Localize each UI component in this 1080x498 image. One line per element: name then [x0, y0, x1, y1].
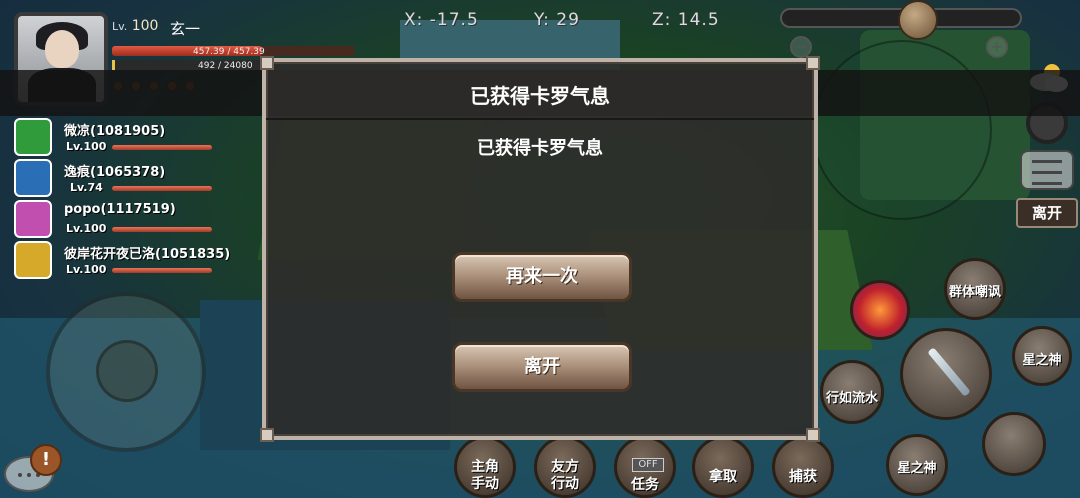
member-name: 微凉(1081905) [64, 124, 166, 139]
manual-control-button[interactable]: 主角 手动 [454, 436, 516, 498]
member-level: Lv.100 [66, 140, 107, 153]
attack-sword-button[interactable] [900, 328, 992, 420]
dialog-title: 已获得卡罗气息 [470, 84, 610, 108]
joystick-thumb[interactable] [96, 340, 158, 402]
pickup-button[interactable]: 拿取 [692, 436, 754, 498]
team-member[interactable]: 逸痕(1065378) Lv.74 [0, 155, 262, 197]
member-hp-bar [112, 186, 212, 191]
member-avatar [14, 118, 52, 156]
member-name: 彼岸花开夜已洛(1051835) [64, 247, 231, 262]
player-level: Lv. 100 [112, 18, 159, 34]
skill-star-god[interactable]: 星之神 [1012, 326, 1072, 386]
team-member[interactable]: popo(1117519) Lv.100 [0, 196, 262, 238]
dialog-corner [806, 428, 820, 442]
zoom-in-button[interactable]: + [986, 36, 1008, 58]
member-level: Lv.74 [70, 181, 103, 194]
player-name: 玄一 [170, 20, 201, 38]
team-list: 微凉(1081905) Lv.100 逸痕(1065378) Lv.74 pop… [0, 114, 262, 279]
dialog-corner [260, 56, 274, 70]
member-name: popo(1117519) [64, 202, 176, 217]
task-off-badge: OFF [632, 458, 664, 472]
coord-y: Y: 29 [534, 10, 580, 30]
coord-x: X: -17.5 [404, 10, 479, 30]
skill-flow[interactable]: 行如流水 [820, 360, 884, 424]
member-avatar [14, 241, 52, 279]
dialog-divider [266, 118, 814, 120]
capture-button[interactable]: 捕获 [772, 436, 834, 498]
member-hp-bar [112, 145, 212, 150]
dialog-message: 已获得卡罗气息 [477, 138, 603, 159]
dialog-corner [260, 428, 274, 442]
skill-star-god-2[interactable]: 星之神 [886, 434, 948, 496]
alert-icon[interactable]: ! [30, 444, 62, 476]
member-name: 逸痕(1065378) [64, 165, 166, 180]
member-hp-bar [112, 227, 212, 232]
chat-list-icon[interactable] [1020, 150, 1074, 190]
member-level: Lv.100 [66, 222, 107, 235]
map-zoom-knob[interactable] [898, 0, 938, 40]
retry-button[interactable]: 再来一次 [452, 252, 632, 302]
zoom-out-button[interactable]: − [790, 36, 812, 58]
leave-button[interactable]: 离开 [452, 342, 632, 392]
reward-dialog: 已获得卡罗气息 已获得卡罗气息 再来一次 离开 [260, 56, 820, 442]
player-hp-text: 457.39 / 457.39 [193, 47, 265, 57]
dialog-corner [806, 56, 820, 70]
member-level: Lv.100 [66, 263, 107, 276]
player-hp-bar-trail [262, 46, 354, 56]
minimap[interactable] [812, 40, 992, 220]
ally-action-button[interactable]: 友方 行动 [534, 436, 596, 498]
coord-z: Z: 14.5 [652, 10, 720, 30]
team-member[interactable]: 微凉(1081905) Lv.100 [0, 114, 262, 156]
skill-group-taunt[interactable]: 群体嘲讽 [944, 258, 1006, 320]
sword-icon [927, 347, 971, 397]
member-avatar [14, 200, 52, 238]
skill-fire-icon[interactable] [850, 280, 910, 340]
leave-button-top[interactable]: 离开 [1016, 198, 1078, 228]
member-avatar [14, 159, 52, 197]
member-hp-bar [112, 268, 212, 273]
team-member[interactable]: 彼岸花开夜已洛(1051835) Lv.100 [0, 237, 262, 279]
skill-wing-icon[interactable] [982, 412, 1046, 476]
